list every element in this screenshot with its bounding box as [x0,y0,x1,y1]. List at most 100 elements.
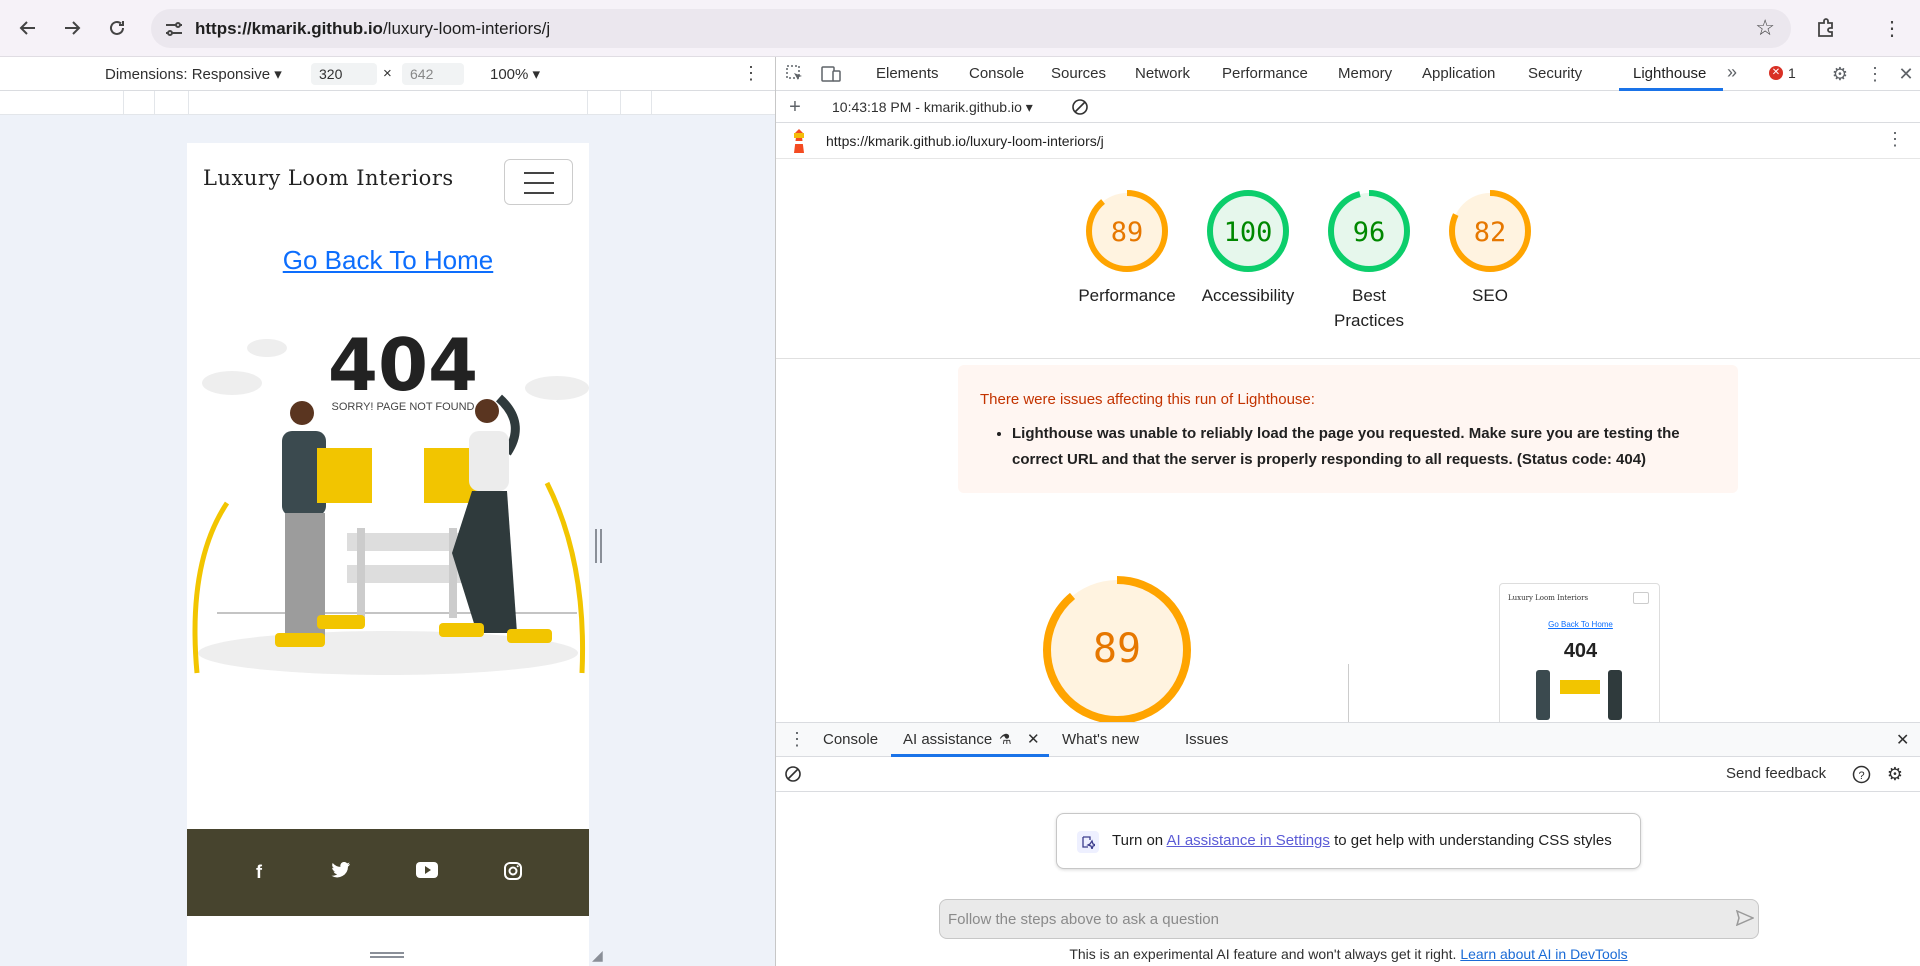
thumb-figure-right [1608,670,1622,720]
reload-icon[interactable] [101,12,133,44]
lighthouse-report: 89 Performance 100 Accessibility 96 Best… [776,159,1920,722]
facebook-icon[interactable]: f [247,862,271,884]
label-best-practices: Best Practices [1334,286,1404,330]
drawer-menu-icon[interactable]: ⋮ [788,729,806,750]
dimensions-dropdown[interactable]: Dimensions: Responsive ▾ [105,65,282,83]
go-back-home-link[interactable]: Go Back To Home [187,245,589,276]
report-selector[interactable]: 10:43:18 PM - kmarik.github.io ▾ [832,99,1033,116]
new-report-icon[interactable]: + [784,96,806,118]
url-text[interactable]: https://kmarik.github.io/luxury-loom-int… [195,19,550,39]
settings-gear-icon[interactable]: ⚙ [1829,63,1851,85]
send-feedback-link[interactable]: Send feedback [1726,765,1826,782]
tab-performance[interactable]: Performance [1222,65,1308,82]
ai-settings-gear-icon[interactable]: ⚙ [1884,763,1906,785]
drawer-tab-ai-assistance[interactable]: AI assistance [903,731,992,748]
404-illustration: 404 SORRY! PAGE NOT FOUND [192,323,589,675]
viewport-bottom-handle[interactable] [370,952,404,958]
report-url[interactable]: https://kmarik.github.io/luxury-loom-int… [826,133,1104,149]
back-icon[interactable] [12,12,44,44]
tab-network[interactable]: Network [1135,65,1190,82]
drawer-tab-issues[interactable]: Issues [1185,731,1228,748]
thumb-brand: Luxury Loom Interiors [1508,594,1589,602]
forward-icon[interactable] [56,12,88,44]
gauge-accessibility[interactable]: 100 Accessibility [1188,189,1308,308]
site-brand[interactable]: Luxury Loom Interiors [203,166,454,190]
drawer-tab-whats-new[interactable]: What's new [1062,731,1139,748]
big-performance-gauge: 89 [1041,574,1193,722]
help-icon[interactable]: ? [1850,763,1872,785]
ai-disclaimer-text: This is an experimental AI feature and w… [1069,946,1461,962]
warning-title: There were issues affecting this run of … [980,391,1315,408]
url-path: /luxury-loom-interiors/j [382,19,551,38]
final-screenshot-thumbnail[interactable]: Luxury Loom Interiors Go Back To Home 40… [1499,583,1660,722]
lighthouse-logo-icon [788,129,810,158]
browser-toolbar: https://kmarik.github.io/luxury-loom-int… [0,0,1920,57]
report-menu-icon[interactable]: ⋮ [1886,129,1904,150]
url-domain: https://kmarik.github.io [195,19,383,38]
big-score: 89 [1093,626,1141,672]
score-best-practices: 96 [1353,217,1386,248]
twitter-icon[interactable] [329,861,353,884]
tab-sources[interactable]: Sources [1051,65,1106,82]
bookmark-star-icon[interactable]: ☆ [1755,15,1775,41]
tab-lighthouse[interactable]: Lighthouse [1633,65,1706,82]
close-ai-tab-icon[interactable]: ✕ [1027,730,1040,748]
ai-spark-icon [1077,831,1099,853]
device-more-icon[interactable]: ⋮ [742,63,760,84]
experiment-flask-icon: ⚗ [999,731,1012,747]
thumb-home-link: Go Back To Home [1548,620,1613,629]
tab-memory[interactable]: Memory [1338,65,1392,82]
lighthouse-toolbar: + 10:43:18 PM - kmarik.github.io ▾ [776,91,1920,123]
close-drawer-icon[interactable]: ✕ [1896,730,1909,750]
more-tabs-icon[interactable]: » [1727,62,1737,83]
extensions-icon[interactable] [1810,12,1842,44]
ai-card-suffix: to get help with understanding CSS style… [1329,832,1612,849]
clear-reports-icon[interactable] [1069,96,1091,118]
device-emulation-pane: Dimensions: Responsive ▾ 320 × 642 100% … [0,57,775,966]
address-bar[interactable]: https://kmarik.github.io/luxury-loom-int… [151,9,1791,48]
hamburger-menu-button[interactable] [504,159,573,205]
gauge-best-practices[interactable]: 96 Best Practices [1309,189,1429,333]
youtube-icon[interactable] [415,862,439,884]
device-toggle-icon[interactable] [820,63,842,85]
score-accessibility: 100 [1224,217,1273,248]
ai-settings-link[interactable]: AI assistance in Settings [1166,832,1329,849]
browser-menu-icon[interactable]: ⋮ [1876,12,1908,44]
ai-prompt-input[interactable]: Follow the steps above to ask a question [939,899,1759,939]
tab-console[interactable]: Console [969,65,1024,82]
label-performance: Performance [1078,286,1176,305]
learn-ai-link[interactable]: Learn about AI in DevTools [1460,946,1627,962]
gauge-seo[interactable]: 82 SEO [1430,189,1550,308]
width-input[interactable]: 320 [311,63,377,85]
corner-resize-icon[interactable]: ◢ [592,947,603,964]
drawer-tabbar: ⋮ Console AI assistance ⚗ ✕ What's new I… [776,723,1920,757]
close-devtools-icon[interactable]: ✕ [1895,63,1917,85]
send-icon[interactable] [1735,909,1755,931]
tab-security[interactable]: Security [1528,65,1582,82]
site-footer: f [187,829,589,916]
inspect-element-icon[interactable] [784,63,806,85]
gauge-performance[interactable]: 89 Performance [1067,189,1187,308]
ai-enable-card: Turn on AI assistance in Settings to get… [1056,813,1641,869]
devtools-tabbar: Elements Console Sources Network Perform… [776,57,1920,91]
devtools-more-icon[interactable]: ⋮ [1864,63,1886,85]
height-input[interactable]: 642 [402,63,464,85]
tab-application[interactable]: Application [1422,65,1495,82]
thumb-menu-icon [1633,592,1649,604]
ai-disclaimer: This is an experimental AI feature and w… [776,946,1920,962]
tab-elements[interactable]: Elements [876,65,939,82]
run-warning-box: There were issues affecting this run of … [958,365,1738,493]
clear-chat-icon[interactable] [782,763,804,785]
error-icon[interactable]: ✕ [1769,66,1783,80]
viewport-resize-handle[interactable] [593,529,605,565]
thumb-404: 404 [1563,640,1598,662]
site-info-icon[interactable] [162,17,186,41]
label-seo: SEO [1472,286,1508,305]
instagram-icon[interactable] [501,862,525,884]
label-accessibility: Accessibility [1201,286,1295,305]
dimension-separator: × [383,65,392,82]
error-count[interactable]: 1 [1788,65,1796,81]
drawer-tab-console[interactable]: Console [823,731,878,748]
zoom-dropdown[interactable]: 100% ▾ [490,65,540,83]
report-url-bar: https://kmarik.github.io/luxury-loom-int… [776,123,1920,159]
